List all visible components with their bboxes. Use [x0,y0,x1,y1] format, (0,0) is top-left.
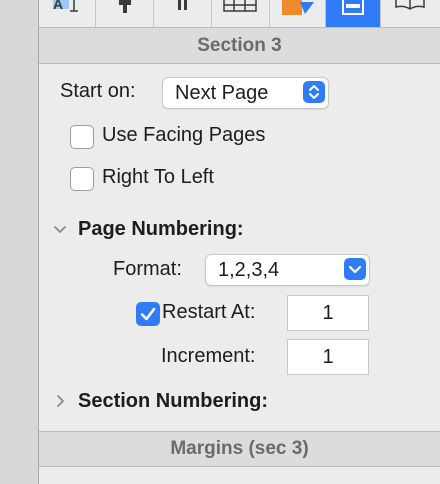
tab-layout[interactable] [326,0,381,27]
restart-at-input[interactable]: 1 [287,295,369,331]
svg-text:A: A [53,0,63,12]
tab-columns[interactable] [154,0,212,27]
restart-at-label: Restart At: [162,301,256,323]
format-value: 1,2,3,4 [218,259,280,281]
section-header: Section 3 [39,28,440,64]
chevron-down-icon[interactable] [52,222,68,238]
format-label: Format: [113,258,182,280]
right-to-left-label: Right To Left [102,166,214,188]
start-on-label: Start on: [60,80,136,102]
tab-paragraph[interactable] [96,0,154,27]
paragraph-icon [119,0,131,13]
restart-at-checkbox[interactable] [136,302,160,326]
book-icon [395,0,425,10]
right-to-left-checkbox[interactable] [70,167,94,191]
layout-icon [342,0,364,15]
start-on-value: Next Page [175,82,269,104]
chevron-down-icon [344,258,366,280]
page-numbering-heading[interactable]: Page Numbering: [78,218,244,241]
use-facing-pages-label: Use Facing Pages [102,124,266,146]
shape-icon [282,0,314,15]
table-icon [223,0,257,12]
text-format-icon: A [53,0,78,12]
tab-book[interactable] [381,0,440,27]
checkmark-icon [140,307,156,321]
tab-table[interactable] [212,0,270,27]
inspector-panel: A Section 3 Start on: Next Page Use Faci… [39,0,440,484]
section-numbering-heading[interactable]: Section Numbering: [78,390,268,413]
increment-label: Increment: [161,345,256,367]
up-down-chevron-icon [303,81,325,103]
left-gutter [0,0,38,484]
start-on-popup[interactable]: Next Page [162,77,329,109]
use-facing-pages-checkbox[interactable] [70,125,94,149]
increment-input[interactable]: 1 [287,339,369,375]
inspector-toolbar: A [39,0,440,28]
tab-shape[interactable] [270,0,326,27]
chevron-right-icon[interactable] [53,393,69,409]
format-popup[interactable]: 1,2,3,4 [205,254,370,286]
columns-icon [178,0,187,10]
margins-header: Margins (sec 3) [39,431,440,467]
tab-text-format[interactable]: A [39,0,96,27]
